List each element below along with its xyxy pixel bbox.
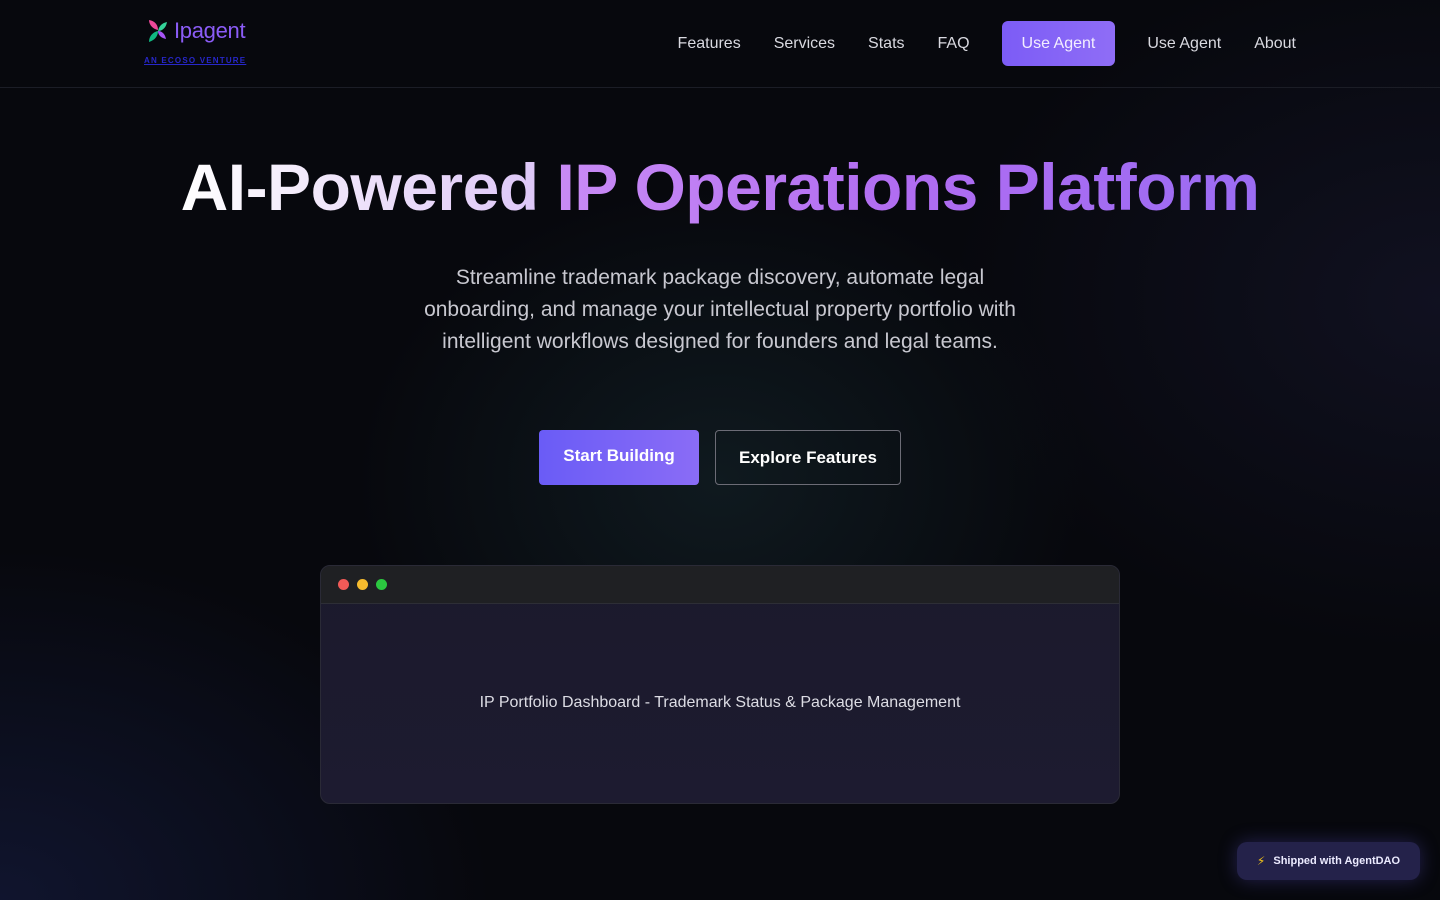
hero-subtitle: Streamline trademark package discovery, … (424, 266, 1016, 353)
nav-link-features[interactable]: Features (678, 35, 741, 53)
shipped-with-badge[interactable]: ⚡ Shipped with AgentDAO (1237, 842, 1420, 880)
main-nav: Features Services Stats FAQ Use Agent Us… (678, 21, 1296, 66)
explore-features-button[interactable]: Explore Features (715, 430, 901, 485)
lightning-icon: ⚡ (1256, 854, 1266, 868)
brand-name: Ipagent (174, 18, 246, 43)
use-agent-button[interactable]: Use Agent (1001, 21, 1116, 66)
page: Ipagent AN ECOSO VENTURE Features Servic… (0, 0, 1440, 900)
leaf-mark-icon (149, 20, 167, 42)
dashboard-preview-window: IP Portfolio Dashboard - Trademark Statu… (320, 565, 1120, 804)
brand-tagline-link[interactable]: AN ECOSO VENTURE (144, 56, 246, 65)
hero-title: AI-Powered IP Operations Platform (0, 146, 1440, 228)
brand-logo[interactable]: Ipagent AN ECOSO VENTURE (144, 18, 246, 65)
window-close-dot-icon (338, 579, 349, 590)
site-header: Ipagent AN ECOSO VENTURE Features Servic… (0, 0, 1440, 88)
badge-label: Shipped with AgentDAO (1273, 855, 1401, 867)
preview-caption: IP Portfolio Dashboard - Trademark Statu… (479, 694, 961, 711)
nav-link-stats[interactable]: Stats (868, 35, 904, 53)
nav-link-about[interactable]: About (1254, 35, 1296, 53)
window-maximize-dot-icon (376, 579, 387, 590)
nav-link-services[interactable]: Services (774, 35, 835, 53)
nav-link-faq[interactable]: FAQ (938, 35, 970, 53)
hero-title-part2: IP Operations Platform (556, 150, 1260, 224)
hero-actions: Start Building Explore Features (0, 430, 1440, 485)
start-building-button[interactable]: Start Building (539, 430, 699, 485)
nav-link-use-agent[interactable]: Use Agent (1147, 35, 1221, 53)
logo-row: Ipagent (146, 18, 246, 44)
window-titlebar (321, 566, 1119, 604)
hero-title-part1: AI-Powered (180, 150, 557, 224)
window-minimize-dot-icon (357, 579, 368, 590)
